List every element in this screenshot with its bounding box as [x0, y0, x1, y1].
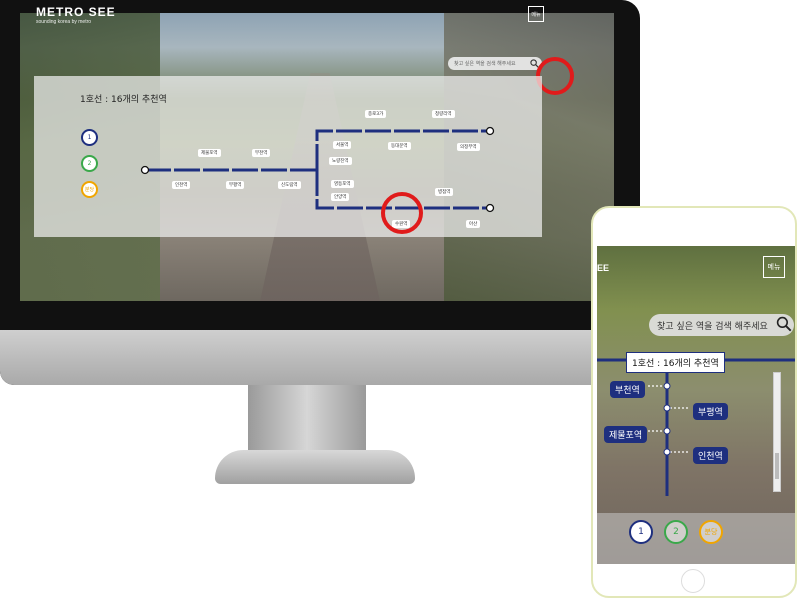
mobile-scrollbar[interactable] [773, 372, 781, 492]
mobile-station-label[interactable]: 인천역 [693, 447, 728, 464]
mobile-station-dots [648, 382, 690, 456]
mobile-station-label[interactable]: 부천역 [610, 381, 645, 398]
scrollbar-thumb[interactable] [775, 453, 779, 479]
mobile-line-bundang-button[interactable]: 분당 [699, 520, 723, 544]
mobile-station-label[interactable]: 제물포역 [604, 426, 648, 443]
mobile-line-2-button[interactable]: 2 [664, 520, 688, 544]
mobile-line-1-button[interactable]: 1 [629, 520, 653, 544]
mobile-station-label[interactable]: 부평역 [693, 403, 728, 420]
